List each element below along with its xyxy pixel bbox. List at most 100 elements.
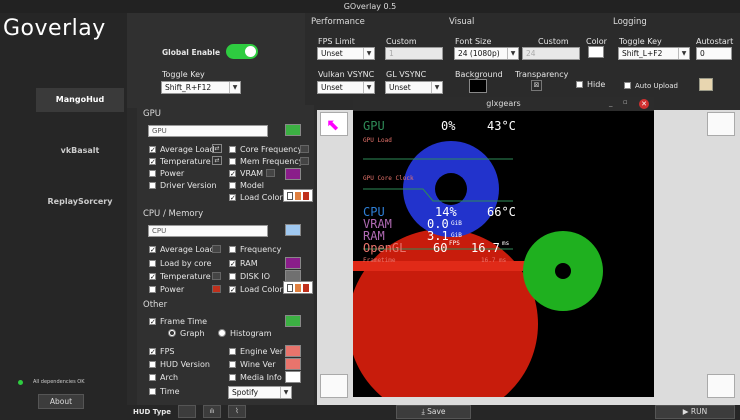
wine-ver-color-swatch[interactable] [285, 358, 301, 370]
engine-ver-color-swatch[interactable] [285, 345, 301, 357]
wine-ver-checkbox[interactable] [229, 361, 236, 368]
background-color-swatch[interactable] [469, 79, 487, 93]
autostart-field[interactable]: 0 [696, 47, 732, 60]
ram-checkbox[interactable]: ✓ [229, 260, 236, 268]
fps-custom-value: 1 [389, 49, 394, 58]
gpu-temp-config-icon[interactable]: ⇄ [212, 156, 222, 165]
transparency-icon[interactable]: ⊠ [531, 80, 542, 91]
font-custom-field[interactable]: 24 [522, 47, 580, 60]
gpu-load-color-swatches[interactable] [283, 189, 313, 202]
cpu-load-color-high[interactable] [303, 284, 309, 292]
load-color-high[interactable] [303, 192, 309, 200]
position-bottom-right-button[interactable] [707, 374, 735, 398]
overlay-ms-unit: ms [502, 240, 510, 247]
overlay-ms-value: 16.7 [471, 241, 500, 255]
graph-label: Graph [180, 329, 205, 338]
font-size-select[interactable]: 24 (1080p) ▼ [454, 47, 519, 60]
frame-time-checkbox[interactable]: ✓ [149, 318, 156, 326]
ram-color-swatch[interactable] [285, 257, 301, 269]
sidebar-tab-mangohud[interactable]: MangoHud [36, 88, 124, 112]
hud-type-graph-button[interactable]: ⌇ [228, 405, 246, 418]
run-button[interactable]: ▶ RUN [655, 405, 735, 419]
media-info-checkbox[interactable] [229, 374, 236, 381]
media-info-color-swatch[interactable] [285, 371, 301, 383]
cpu-frequency-checkbox[interactable] [229, 246, 236, 253]
cpu-temp-config-icon[interactable] [212, 272, 221, 280]
vram-checkbox[interactable]: ✓ [229, 170, 236, 178]
cpu-average-load-checkbox[interactable]: ✓ [149, 246, 156, 254]
load-color-low[interactable] [287, 192, 293, 200]
cpu-load-color-low[interactable] [287, 284, 293, 292]
minimize-icon[interactable]: _ [609, 99, 613, 107]
frame-time-color-swatch[interactable] [285, 315, 301, 327]
time-checkbox[interactable] [149, 388, 156, 395]
overlay-frametime-label: Frametime [363, 257, 396, 264]
fps-limit-select[interactable]: Unset ▼ [317, 47, 375, 60]
gpu-average-load-checkbox[interactable]: ✓ [149, 146, 156, 154]
folder-icon[interactable] [699, 78, 713, 91]
hud-type-bars-button[interactable]: ılı [203, 405, 221, 418]
arch-checkbox[interactable] [149, 374, 156, 381]
global-enable-label: Global Enable [162, 48, 221, 57]
auto-upload-label: Auto Upload [635, 82, 679, 90]
cpu-load-color-mid[interactable] [295, 284, 301, 292]
position-top-right-button[interactable] [707, 112, 735, 136]
gpu-name-input[interactable]: GPU [148, 125, 268, 137]
load-by-core-checkbox[interactable] [149, 260, 156, 267]
cpu-section-title: CPU / Memory [143, 209, 204, 219]
about-button[interactable]: About [38, 394, 84, 409]
save-button[interactable]: ⤓ Save [396, 405, 471, 419]
media-player-select[interactable]: Spotify ▼ [228, 386, 292, 399]
sidebar-tab-vkbasalt[interactable]: vkBasalt [36, 139, 124, 163]
model-checkbox[interactable] [229, 182, 236, 189]
position-top-left-button[interactable]: ⬉ [320, 112, 348, 136]
mem-frequency-color-swatch[interactable] [300, 157, 309, 165]
fps-custom-field[interactable]: 1 [385, 47, 443, 60]
cpu-power-checkbox[interactable] [149, 286, 156, 293]
mem-frequency-checkbox[interactable] [229, 158, 236, 165]
hud-type-label: HUD Type [133, 408, 172, 416]
gpu-load-color-checkbox[interactable]: ✓ [229, 194, 236, 202]
gl-vsync-select[interactable]: Unset ▼ [385, 81, 443, 94]
vram-config-icon[interactable] [266, 169, 275, 177]
cpu-temperature-checkbox[interactable]: ✓ [149, 273, 156, 281]
gpu-average-load-label: Average Load [160, 145, 215, 154]
sidebar-tab-replaysorcery[interactable]: ReplaySorcery [36, 190, 124, 214]
gpu-temperature-checkbox[interactable]: ✓ [149, 158, 156, 166]
toggle-key-select[interactable]: Shift_R+F12 ▼ [161, 81, 241, 94]
logging-toggle-key-select[interactable]: Shift_L+F2 ▼ [618, 47, 690, 60]
global-enable-toggle[interactable] [226, 44, 258, 59]
close-icon[interactable]: ✕ [639, 99, 649, 109]
logging-toggle-key-label: Toggle Key [619, 37, 662, 46]
restore-icon[interactable]: ▫ [623, 98, 628, 106]
auto-upload-checkbox[interactable] [624, 82, 631, 89]
gpu-section-title: GPU [143, 109, 161, 119]
fps-custom-label: Custom [386, 37, 417, 46]
chevron-down-icon: ▼ [229, 82, 240, 93]
position-bottom-left-button[interactable] [320, 374, 348, 398]
histogram-radio[interactable] [218, 329, 226, 337]
gpu-power-checkbox[interactable] [149, 170, 156, 177]
core-frequency-checkbox[interactable] [229, 146, 236, 153]
fps-checkbox[interactable]: ✓ [149, 348, 156, 356]
hide-checkbox[interactable] [576, 81, 583, 88]
engine-ver-checkbox[interactable] [229, 348, 236, 355]
hud-version-checkbox[interactable] [149, 361, 156, 368]
graph-radio[interactable] [168, 329, 176, 337]
vram-color-swatch[interactable] [285, 168, 301, 180]
disk-io-checkbox[interactable] [229, 273, 236, 280]
cpu-load-color-swatches[interactable] [283, 281, 313, 294]
cpu-name-input[interactable]: CPU [148, 225, 268, 237]
cpu-load-color-checkbox[interactable]: ✓ [229, 286, 236, 294]
cpu-color-swatch[interactable] [285, 224, 301, 236]
gpu-load-config-icon[interactable]: ⇄ [212, 144, 222, 153]
text-color-swatch[interactable] [588, 46, 604, 58]
cpu-load-config-icon[interactable] [212, 245, 221, 253]
driver-version-checkbox[interactable] [149, 182, 156, 189]
vulkan-vsync-select[interactable]: Unset ▼ [317, 81, 375, 94]
core-frequency-color-swatch[interactable] [300, 145, 309, 153]
gpu-color-swatch[interactable] [285, 124, 301, 136]
load-color-mid[interactable] [295, 192, 301, 200]
hud-type-basic-button[interactable] [178, 405, 196, 418]
cpu-power-config-icon[interactable] [212, 285, 221, 293]
